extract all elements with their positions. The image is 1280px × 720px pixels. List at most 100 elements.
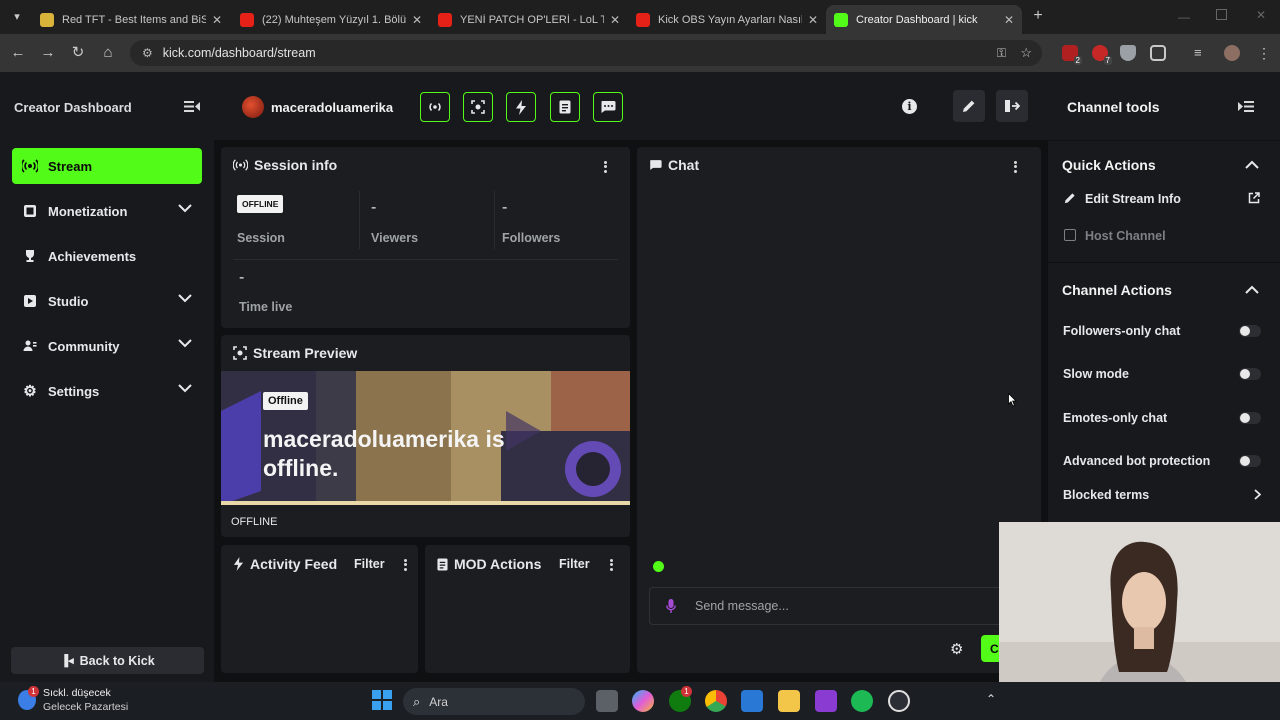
site-info-icon[interactable]: ⚙ xyxy=(142,46,153,60)
sidebar-item-label: Stream xyxy=(48,158,93,174)
activity-feed-tool-button[interactable] xyxy=(506,92,536,122)
taskbar-search-input[interactable]: ⌕ Ara xyxy=(403,688,585,715)
browser-tab[interactable]: Kick OBS Yayın Ayarları Nasıl Ya ✕ xyxy=(628,5,826,34)
external-link-icon[interactable] xyxy=(1248,192,1260,204)
chrome-icon[interactable] xyxy=(705,690,727,712)
browser-menu-icon[interactable]: ⋮ xyxy=(1256,45,1272,61)
activity-filter-button[interactable]: Filter xyxy=(354,557,385,571)
channel-avatar[interactable] xyxy=(242,96,264,118)
close-tab-icon[interactable]: ✕ xyxy=(1004,13,1014,27)
collapse-sidebar-icon[interactable] xyxy=(184,100,200,113)
windows-start-icon[interactable] xyxy=(372,690,392,710)
browser-tab[interactable]: Red TFT - Best Items and BiS Bu ✕ xyxy=(32,5,230,34)
forward-arrow-icon[interactable]: → xyxy=(38,43,58,63)
obs-icon[interactable] xyxy=(888,690,910,712)
sidebar-item-community[interactable]: Community xyxy=(12,328,202,364)
emotes-only-chat-toggle[interactable] xyxy=(1239,412,1261,424)
mod-actions-tool-button[interactable] xyxy=(550,92,580,122)
channel-name[interactable]: maceradoluamerika xyxy=(271,100,393,115)
site-favicon-icon xyxy=(40,12,54,27)
host-channel-link[interactable]: Host Channel xyxy=(1085,229,1166,243)
more-options-icon[interactable] xyxy=(1014,159,1018,174)
browser-tab-active[interactable]: Creator Dashboard | kick ✕ xyxy=(826,5,1022,34)
browser-tab[interactable]: (22) Muhteşem Yüzyıl 1. Bölüm ✕ xyxy=(232,5,430,34)
chat-card: Chat Send message... ⚙ C xyxy=(637,147,1041,673)
microphone-icon[interactable] xyxy=(666,599,676,614)
back-arrow-icon[interactable]: ← xyxy=(8,43,28,63)
collapse-panel-icon[interactable] xyxy=(1238,100,1254,113)
extension-icon[interactable]: 7 xyxy=(1092,45,1112,65)
mod-actions-header: MOD Actions xyxy=(437,556,541,572)
back-to-kick-button[interactable]: ▐◂ Back to Kick xyxy=(11,647,204,674)
password-key-icon[interactable]: ⚿ xyxy=(997,46,1006,61)
spotify-icon[interactable] xyxy=(851,690,873,712)
home-icon[interactable]: ⌂ xyxy=(98,43,118,63)
followers-only-chat-toggle[interactable] xyxy=(1239,325,1261,337)
broadcast-icon xyxy=(233,159,248,171)
close-tab-icon[interactable]: ✕ xyxy=(212,13,222,27)
weather-title[interactable]: Sıckl. düşecek xyxy=(43,687,111,699)
profile-avatar[interactable] xyxy=(1224,45,1240,61)
xbox-icon[interactable]: 1 xyxy=(669,686,692,712)
new-tab-plus-icon[interactable]: + xyxy=(1030,8,1046,24)
close-tab-icon[interactable]: ✕ xyxy=(412,13,422,27)
exit-dashboard-button[interactable] xyxy=(996,90,1028,122)
chevron-up-icon[interactable] xyxy=(1245,160,1259,169)
browser-tab[interactable]: YENİ PATCH OP'LERİ - LoL Taktik ✕ xyxy=(430,5,628,34)
edit-stream-info-link[interactable]: Edit Stream Info xyxy=(1085,192,1181,206)
sidebar-item-studio[interactable]: Studio xyxy=(12,283,202,319)
extension-icon[interactable]: 2 xyxy=(1062,45,1082,65)
file-explorer-icon[interactable] xyxy=(778,690,800,712)
offline-status-badge: OFFLINE xyxy=(237,195,284,213)
reload-icon[interactable]: ↻ xyxy=(68,43,88,63)
pencil-icon xyxy=(962,99,976,113)
media-controls-icon[interactable]: ≡ xyxy=(1194,45,1210,61)
window-minimize-icon[interactable]: — xyxy=(1178,10,1190,24)
task-view-icon[interactable] xyxy=(596,690,618,712)
chat-tool-button[interactable] xyxy=(593,92,623,122)
stream-preview-tool-button[interactable] xyxy=(463,92,493,122)
offline-message: maceradoluamerika is offline. xyxy=(263,426,505,481)
emotes-only-chat-label: Emotes-only chat xyxy=(1063,411,1168,425)
wallet-icon xyxy=(22,203,38,219)
slow-mode-toggle[interactable] xyxy=(1239,368,1261,380)
info-icon[interactable]: i xyxy=(902,99,917,114)
chevron-up-icon[interactable]: ⌃ xyxy=(986,692,996,706)
weather-widget-icon[interactable]: 1 xyxy=(18,686,39,710)
channel-tools-title: Channel tools xyxy=(1067,99,1160,115)
edit-layout-button[interactable] xyxy=(953,90,985,122)
close-tab-icon[interactable]: ✕ xyxy=(808,13,818,27)
sidebar-item-stream[interactable]: Stream xyxy=(12,148,202,184)
chevron-up-icon[interactable] xyxy=(1245,285,1259,294)
more-options-icon[interactable] xyxy=(404,557,408,572)
mod-filter-button[interactable]: Filter xyxy=(559,557,590,571)
chat-bubble-icon xyxy=(600,100,616,114)
media-app-icon[interactable] xyxy=(815,690,837,712)
sidebar-item-settings[interactable]: ⚙ Settings xyxy=(12,373,202,409)
shield-extension-icon[interactable] xyxy=(1120,45,1136,61)
chat-settings-gear-icon[interactable]: ⚙ xyxy=(950,640,963,658)
store-icon[interactable] xyxy=(741,690,763,712)
blocked-terms-link[interactable]: Blocked terms xyxy=(1063,488,1149,502)
chat-bubble-icon xyxy=(653,561,664,572)
advanced-bot-protection-toggle[interactable] xyxy=(1239,455,1261,467)
more-options-icon[interactable] xyxy=(610,557,614,572)
youtube-favicon-icon xyxy=(240,12,254,27)
window-close-icon[interactable]: ✕ xyxy=(1256,8,1268,22)
close-tab-icon[interactable]: ✕ xyxy=(610,13,620,27)
address-bar[interactable]: ⚙ kick.com/dashboard/stream ⚿ ☆ xyxy=(130,40,1042,66)
activity-feed-card: Activity Feed Filter xyxy=(221,545,418,673)
send-chat-button[interactable]: C xyxy=(981,635,1001,662)
chat-input[interactable]: Send message... xyxy=(649,587,1041,625)
stream-tool-button[interactable] xyxy=(420,92,450,122)
sidebar-item-achievements[interactable]: Achievements xyxy=(12,238,202,274)
bookmark-star-icon[interactable]: ☆ xyxy=(1020,45,1032,61)
copilot-icon[interactable] xyxy=(632,690,654,712)
more-options-icon[interactable] xyxy=(604,159,608,174)
channel-actions-title: Channel Actions xyxy=(1062,282,1172,298)
tab-search-icon[interactable]: ▾ xyxy=(10,10,24,24)
sidebar-item-monetization[interactable]: Monetization xyxy=(12,193,202,229)
chevron-right-icon[interactable] xyxy=(1254,489,1261,500)
window-maximize-icon[interactable] xyxy=(1216,9,1227,20)
extensions-puzzle-icon[interactable] xyxy=(1150,45,1166,61)
